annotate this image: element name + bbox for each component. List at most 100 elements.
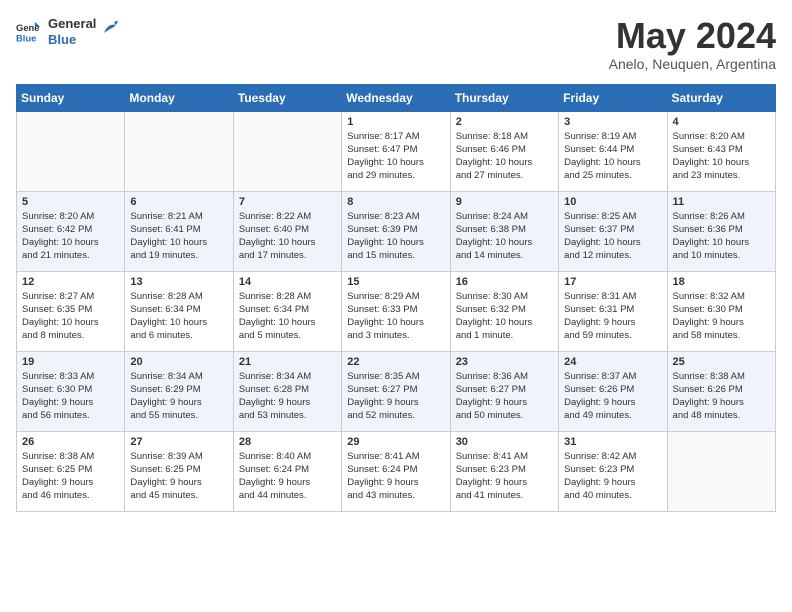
calendar-cell: 10 Sunrise: 8:25 AM Sunset: 6:37 PM Dayli…: [559, 191, 667, 271]
logo-blue-text: Blue: [48, 32, 96, 48]
day-number: 21: [239, 356, 336, 368]
day-number: 16: [456, 276, 553, 288]
logo: General Blue General Blue: [16, 16, 120, 47]
title-block: May 2024 Anelo, Neuquen, Argentina: [609, 16, 776, 72]
day-number: 10: [564, 196, 661, 208]
calendar-cell: 30 Sunrise: 8:41 AM Sunset: 6:23 PM Dayli…: [450, 431, 558, 511]
svg-text:Blue: Blue: [16, 32, 36, 43]
calendar-cell: 17Sunrise: 8:31 AM Sunset: 6:31 PM Dayli…: [559, 271, 667, 351]
calendar-cell: 18 Sunrise: 8:32 AM Sunset: 6:30 PM Dayli…: [667, 271, 775, 351]
day-number: 31: [564, 436, 661, 448]
day-info: Sunrise: 8:20 AM Sunset: 6:43 PM Dayligh…: [673, 130, 770, 183]
calendar-cell: 19 Sunrise: 8:33 AM Sunset: 6:30 PM Dayli…: [17, 351, 125, 431]
calendar-table: SundayMondayTuesdayWednesdayThursdayFrid…: [16, 84, 776, 512]
calendar-cell: 21Sunrise: 8:34 AM Sunset: 6:28 PM Dayli…: [233, 351, 341, 431]
calendar-cell: 26 Sunrise: 8:38 AM Sunset: 6:25 PM Dayli…: [17, 431, 125, 511]
day-info: Sunrise: 8:28 AM Sunset: 6:34 PM Dayligh…: [239, 290, 336, 343]
header-day-saturday: Saturday: [667, 84, 775, 111]
day-number: 4: [673, 116, 770, 128]
day-info: Sunrise: 8:20 AM Sunset: 6:42 PM Dayligh…: [22, 210, 119, 263]
day-info: Sunrise: 8:36 AM Sunset: 6:27 PM Dayligh…: [456, 370, 553, 423]
day-number: 8: [347, 196, 444, 208]
calendar-cell: [17, 111, 125, 191]
day-info: Sunrise: 8:34 AM Sunset: 6:29 PM Dayligh…: [130, 370, 227, 423]
day-number: 28: [239, 436, 336, 448]
calendar-cell: 4 Sunrise: 8:20 AM Sunset: 6:43 PM Daylig…: [667, 111, 775, 191]
header-day-monday: Monday: [125, 84, 233, 111]
logo-icon: General Blue: [16, 20, 40, 44]
calendar-week-row: 1Sunrise: 8:17 AM Sunset: 6:47 PM Daylig…: [17, 111, 776, 191]
day-number: 14: [239, 276, 336, 288]
calendar-cell: 14 Sunrise: 8:28 AM Sunset: 6:34 PM Dayli…: [233, 271, 341, 351]
day-info: Sunrise: 8:28 AM Sunset: 6:34 PM Dayligh…: [130, 290, 227, 343]
calendar-cell: 22 Sunrise: 8:35 AM Sunset: 6:27 PM Dayli…: [342, 351, 450, 431]
day-info: Sunrise: 8:21 AM Sunset: 6:41 PM Dayligh…: [130, 210, 227, 263]
calendar-week-row: 26 Sunrise: 8:38 AM Sunset: 6:25 PM Dayli…: [17, 431, 776, 511]
calendar-cell: 11Sunrise: 8:26 AM Sunset: 6:36 PM Dayli…: [667, 191, 775, 271]
calendar-cell: 8Sunrise: 8:23 AM Sunset: 6:39 PM Daylig…: [342, 191, 450, 271]
calendar-cell: 29Sunrise: 8:41 AM Sunset: 6:24 PM Dayli…: [342, 431, 450, 511]
calendar-cell: 31Sunrise: 8:42 AM Sunset: 6:23 PM Dayli…: [559, 431, 667, 511]
day-number: 19: [22, 356, 119, 368]
calendar-cell: 2 Sunrise: 8:18 AM Sunset: 6:46 PM Daylig…: [450, 111, 558, 191]
day-info: Sunrise: 8:37 AM Sunset: 6:26 PM Dayligh…: [564, 370, 661, 423]
day-info: Sunrise: 8:41 AM Sunset: 6:23 PM Dayligh…: [456, 450, 553, 503]
day-info: Sunrise: 8:25 AM Sunset: 6:37 PM Dayligh…: [564, 210, 661, 263]
logo-general-text: General: [48, 16, 96, 32]
day-number: 27: [130, 436, 227, 448]
day-info: Sunrise: 8:17 AM Sunset: 6:47 PM Dayligh…: [347, 130, 444, 183]
calendar-cell: 25Sunrise: 8:38 AM Sunset: 6:26 PM Dayli…: [667, 351, 775, 431]
day-number: 9: [456, 196, 553, 208]
day-info: Sunrise: 8:29 AM Sunset: 6:33 PM Dayligh…: [347, 290, 444, 343]
day-number: 3: [564, 116, 661, 128]
day-number: 18: [673, 276, 770, 288]
header: General Blue General Blue May 2024 Anelo…: [16, 16, 776, 72]
day-info: Sunrise: 8:18 AM Sunset: 6:46 PM Dayligh…: [456, 130, 553, 183]
day-info: Sunrise: 8:39 AM Sunset: 6:25 PM Dayligh…: [130, 450, 227, 503]
calendar-cell: 5Sunrise: 8:20 AM Sunset: 6:42 PM Daylig…: [17, 191, 125, 271]
day-info: Sunrise: 8:19 AM Sunset: 6:44 PM Dayligh…: [564, 130, 661, 183]
day-number: 26: [22, 436, 119, 448]
day-info: Sunrise: 8:32 AM Sunset: 6:30 PM Dayligh…: [673, 290, 770, 343]
calendar-cell: 7 Sunrise: 8:22 AM Sunset: 6:40 PM Daylig…: [233, 191, 341, 271]
day-number: 20: [130, 356, 227, 368]
header-day-friday: Friday: [559, 84, 667, 111]
day-info: Sunrise: 8:31 AM Sunset: 6:31 PM Dayligh…: [564, 290, 661, 343]
calendar-week-row: 19 Sunrise: 8:33 AM Sunset: 6:30 PM Dayli…: [17, 351, 776, 431]
header-day-thursday: Thursday: [450, 84, 558, 111]
day-info: Sunrise: 8:27 AM Sunset: 6:35 PM Dayligh…: [22, 290, 119, 343]
calendar-week-row: 12Sunrise: 8:27 AM Sunset: 6:35 PM Dayli…: [17, 271, 776, 351]
day-info: Sunrise: 8:24 AM Sunset: 6:38 PM Dayligh…: [456, 210, 553, 263]
day-number: 6: [130, 196, 227, 208]
header-day-sunday: Sunday: [17, 84, 125, 111]
calendar-cell: 23Sunrise: 8:36 AM Sunset: 6:27 PM Dayli…: [450, 351, 558, 431]
header-day-tuesday: Tuesday: [233, 84, 341, 111]
day-info: Sunrise: 8:38 AM Sunset: 6:25 PM Dayligh…: [22, 450, 119, 503]
calendar-header-row: SundayMondayTuesdayWednesdayThursdayFrid…: [17, 84, 776, 111]
day-number: 15: [347, 276, 444, 288]
calendar-cell: 1Sunrise: 8:17 AM Sunset: 6:47 PM Daylig…: [342, 111, 450, 191]
day-info: Sunrise: 8:30 AM Sunset: 6:32 PM Dayligh…: [456, 290, 553, 343]
day-number: 2: [456, 116, 553, 128]
logo-bird-icon: [102, 19, 120, 37]
calendar-cell: 24 Sunrise: 8:37 AM Sunset: 6:26 PM Dayli…: [559, 351, 667, 431]
day-number: 22: [347, 356, 444, 368]
calendar-cell: 6 Sunrise: 8:21 AM Sunset: 6:41 PM Daylig…: [125, 191, 233, 271]
day-info: Sunrise: 8:33 AM Sunset: 6:30 PM Dayligh…: [22, 370, 119, 423]
calendar-cell: 16 Sunrise: 8:30 AM Sunset: 6:32 PM Dayli…: [450, 271, 558, 351]
day-number: 11: [673, 196, 770, 208]
day-number: 24: [564, 356, 661, 368]
calendar-subtitle: Anelo, Neuquen, Argentina: [609, 56, 776, 72]
day-number: 7: [239, 196, 336, 208]
day-info: Sunrise: 8:35 AM Sunset: 6:27 PM Dayligh…: [347, 370, 444, 423]
day-number: 30: [456, 436, 553, 448]
calendar-cell: 20 Sunrise: 8:34 AM Sunset: 6:29 PM Dayli…: [125, 351, 233, 431]
day-info: Sunrise: 8:22 AM Sunset: 6:40 PM Dayligh…: [239, 210, 336, 263]
day-info: Sunrise: 8:41 AM Sunset: 6:24 PM Dayligh…: [347, 450, 444, 503]
calendar-cell: 28 Sunrise: 8:40 AM Sunset: 6:24 PM Dayli…: [233, 431, 341, 511]
calendar-cell: 15 Sunrise: 8:29 AM Sunset: 6:33 PM Dayli…: [342, 271, 450, 351]
day-info: Sunrise: 8:40 AM Sunset: 6:24 PM Dayligh…: [239, 450, 336, 503]
calendar-cell: [125, 111, 233, 191]
calendar-cell: 3 Sunrise: 8:19 AM Sunset: 6:44 PM Daylig…: [559, 111, 667, 191]
calendar-cell: 27 Sunrise: 8:39 AM Sunset: 6:25 PM Dayli…: [125, 431, 233, 511]
